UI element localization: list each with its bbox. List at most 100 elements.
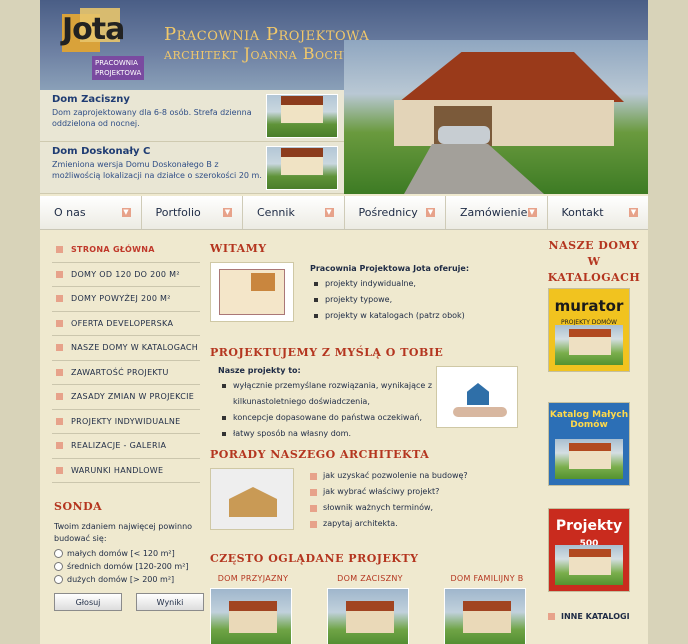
nav-kontakt[interactable]: Kontakt ▼ — [548, 196, 649, 229]
bullet-icon — [56, 417, 63, 425]
popular-title: Często oglądane projekty — [210, 552, 419, 565]
sidebar-menu: Strona główna Domy od 120 do 200 m² Domy… — [52, 238, 200, 483]
poll-question: Twoim zdaniem najwięcej powinno budować … — [54, 522, 193, 543]
popular-house[interactable]: Dom Zaciszny — [327, 574, 413, 644]
nav-zamowienie[interactable]: Zamówienie ▼ — [446, 196, 548, 229]
catalog-male-domy[interactable]: Katalog Małych Domów — [548, 402, 630, 486]
featured-project-2[interactable]: Dom Doskonały C Zmieniona wersja Domu Do… — [40, 142, 344, 194]
house-name[interactable]: Dom Familijny B — [444, 574, 530, 583]
results-button[interactable]: Wyniki — [136, 593, 204, 611]
offer-list: projekty indywidualne, projekty typowe, … — [314, 276, 465, 324]
advice-list: jak uzyskać pozwolenie na budowę? jak wy… — [310, 468, 468, 532]
list-item: wyłącznie przemyślane rozwiązania, wynik… — [222, 378, 432, 394]
nav-posrednicy[interactable]: Pośrednicy ▼ — [345, 196, 446, 229]
sidebar-item-warunki[interactable]: Warunki handlowe — [52, 459, 200, 483]
sidebar-item-galeria[interactable]: Realizacje - Galeria — [52, 434, 200, 459]
arrow-down-icon: ▼ — [426, 208, 435, 217]
advice-link[interactable]: zapytaj architekta. — [310, 516, 468, 532]
sidebar-item-strona-glowna[interactable]: Strona główna — [52, 238, 200, 263]
main-nav: O nas ▼ Portfolio ▼ Cennik ▼ Pośrednicy ▼ Za… — [40, 196, 648, 230]
house-thumbnail[interactable] — [444, 588, 526, 644]
nav-portfolio[interactable]: Portfolio ▼ — [142, 196, 243, 229]
radio-button[interactable] — [54, 562, 63, 571]
catalogs-title: Nasze domy w katalogach — [547, 239, 641, 284]
arrow-down-icon: ▼ — [629, 208, 638, 217]
featured-thumbnail[interactable] — [266, 94, 338, 138]
poll-option-small[interactable]: małych domów [< 120 m²] — [54, 549, 204, 558]
arrow-down-icon: ▼ — [223, 208, 232, 217]
bullet-icon — [56, 393, 63, 401]
bullet-icon — [310, 520, 317, 528]
sidebar-item-katalogi[interactable]: Nasze domy w katalogach — [52, 336, 200, 361]
featured-title[interactable]: Dom Zaciszny — [52, 94, 130, 105]
nav-label: Portfolio — [155, 206, 201, 219]
sidebar-item-projekty-indywidualne[interactable]: Projekty indywidualne — [52, 410, 200, 434]
sidebar-label: Projekty indywidualne — [71, 416, 181, 426]
popular-house[interactable]: Dom Przyjazny — [210, 574, 296, 644]
house-name[interactable]: Dom Przyjazny — [210, 574, 296, 583]
other-catalogs-link[interactable]: Inne katalogi — [548, 612, 630, 621]
sidebar-item-domy-powyzej-200[interactable]: Domy powyżej 200 m² — [52, 287, 200, 312]
floor-plan-image — [210, 262, 294, 322]
arrow-down-icon: ▼ — [121, 208, 131, 217]
arrow-down-icon: ▼ — [324, 208, 334, 217]
logo-text: Jota — [62, 12, 125, 47]
sidebar-label: Domy powyżej 200 m² — [71, 294, 171, 304]
featured-desc: Zmieniona wersja Domu Doskonałego B z mo… — [52, 160, 262, 180]
poll-option-large[interactable]: dużych domów [> 200 m²] — [54, 575, 204, 584]
featured-title[interactable]: Dom Doskonały C — [52, 146, 150, 157]
poll-title: Sonda — [54, 500, 103, 513]
jota-logo[interactable]: Jota Pracownia Projektowa — [60, 8, 148, 82]
sidebar-label: Warunki handlowe — [71, 465, 164, 475]
sidebar-item-zawartosc[interactable]: Zawartość projektu — [52, 361, 200, 385]
advice-link[interactable]: jak uzyskać pozwolenie na budowę? — [310, 468, 468, 484]
nav-o-nas[interactable]: O nas ▼ — [40, 196, 142, 229]
house-thumbnail[interactable] — [210, 588, 292, 644]
bullet-icon — [310, 488, 317, 496]
logo-tagline: Pracownia Projektowa — [92, 56, 144, 80]
list-item: projekty indywidualne, — [314, 276, 465, 292]
bullet-icon — [548, 613, 555, 620]
featured-desc: Dom zaprojektowany dla 6-8 osób. Strefa … — [52, 108, 252, 128]
sidebar-label: Nasze domy w katalogach — [71, 343, 199, 353]
list-item: łatwy sposób na własny dom. — [222, 426, 432, 442]
featured-project-1[interactable]: Dom Zaciszny Dom zaprojektowany dla 6-8 … — [40, 90, 344, 142]
sidebar-label: Domy od 120 do 200 m² — [71, 269, 180, 279]
bullet-icon — [310, 504, 317, 512]
option-label: małych domów [< 120 m²] — [67, 549, 175, 558]
sidebar-item-oferta-developerska[interactable]: Oferta developerska — [52, 312, 200, 336]
arrow-down-icon: ▼ — [527, 208, 537, 217]
bullet-icon — [56, 270, 63, 278]
house-thumbnail[interactable] — [327, 588, 409, 644]
popular-house[interactable]: Dom Familijny B — [444, 574, 530, 644]
sidebar-label: Oferta developerska — [71, 318, 174, 328]
bullet-icon — [56, 466, 63, 474]
house-name[interactable]: Dom Zaciszny — [327, 574, 413, 583]
sidebar-item-domy-120-200[interactable]: Domy od 120 do 200 m² — [52, 263, 200, 287]
bullet-icon — [56, 319, 63, 327]
advice-link[interactable]: słownik ważnych terminów, — [310, 500, 468, 516]
option-label: dużych domów [> 200 m²] — [67, 575, 175, 584]
bullet-icon — [56, 246, 63, 254]
sidebar-item-zasady-zmian[interactable]: Zasady zmian w projekcie — [52, 385, 200, 410]
bullet-icon — [56, 344, 63, 352]
radio-button[interactable] — [54, 549, 63, 558]
poll: Sonda Twoim zdaniem najwięcej powinno bu… — [54, 500, 204, 611]
catalog-projekty[interactable]: Projekty 500 — [548, 508, 630, 592]
nav-cennik[interactable]: Cennik ▼ — [243, 196, 345, 229]
bullet-icon — [56, 295, 63, 303]
poll-option-medium[interactable]: średnich domów [120-200 m²] — [54, 562, 204, 571]
advice-title: Porady naszego architekta — [210, 448, 430, 461]
radio-button[interactable] — [54, 575, 63, 584]
vote-button[interactable]: Głosuj — [54, 593, 122, 611]
option-label: średnich domów [120-200 m²] — [67, 562, 189, 571]
catalogs-column: Nasze domy w katalogach murator Projekty… — [540, 238, 648, 621]
hand-house-image — [436, 366, 518, 428]
nav-label: O nas — [54, 206, 86, 219]
design-title: Projektujemy z myślą o tobie — [210, 346, 444, 359]
featured-thumbnail[interactable] — [266, 146, 338, 190]
catalog-murator[interactable]: murator Projekty domów — [548, 288, 630, 372]
page: Jota Pracownia Projektowa Pracownia Proj… — [40, 0, 648, 644]
nav-label: Kontakt — [561, 206, 604, 219]
advice-link[interactable]: jak wybrać właściwy projekt? — [310, 484, 468, 500]
